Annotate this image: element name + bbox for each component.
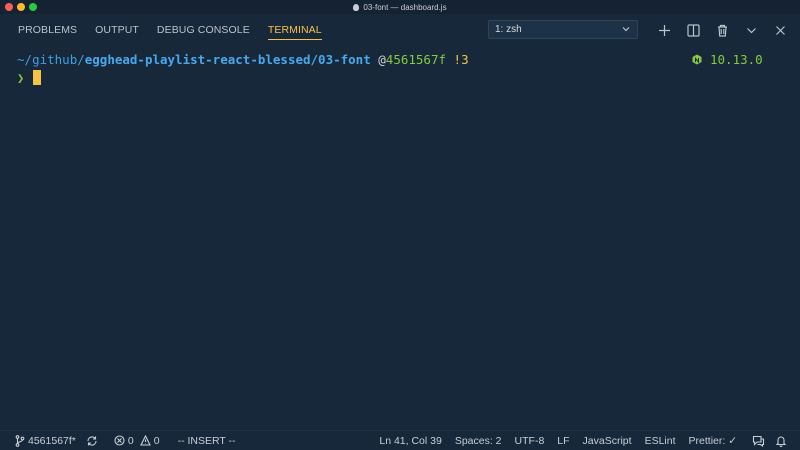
terminal-cursor bbox=[33, 70, 42, 85]
tab-terminal[interactable]: TERMINAL bbox=[267, 14, 322, 46]
feedback-button[interactable] bbox=[747, 431, 770, 450]
plus-icon[interactable] bbox=[650, 21, 679, 39]
bell-icon bbox=[775, 436, 787, 447]
window-title: 03-font — dashboard.js bbox=[353, 2, 447, 12]
close-window-button[interactable] bbox=[5, 3, 13, 11]
tab-debug-console[interactable]: DEBUG CONSOLE bbox=[157, 14, 250, 46]
trash-icon[interactable] bbox=[708, 21, 737, 39]
tab-output[interactable]: OUTPUT bbox=[95, 14, 139, 46]
eslint-status[interactable]: ESLint bbox=[640, 431, 684, 450]
warning-icon bbox=[139, 435, 151, 446]
indentation[interactable]: Spaces: 2 bbox=[450, 431, 510, 450]
feedback-icon bbox=[752, 435, 765, 447]
prompt-dir-dim: github/ bbox=[32, 52, 85, 67]
prompt-home: ~/ bbox=[17, 52, 33, 67]
end-of-line[interactable]: LF bbox=[552, 431, 577, 450]
close-icon[interactable] bbox=[766, 21, 795, 39]
prettier-status[interactable]: Prettier: ✓ bbox=[684, 431, 747, 450]
node-version-text: 10.13.0 bbox=[710, 52, 763, 67]
minimize-window-button[interactable] bbox=[17, 3, 25, 11]
panel-actions bbox=[650, 21, 795, 39]
panel-tab-bar: PROBLEMS OUTPUT DEBUG CONSOLE TERMINAL 1… bbox=[0, 14, 800, 46]
vim-mode: -- INSERT -- bbox=[177, 434, 236, 447]
git-branch-icon bbox=[15, 434, 25, 447]
node-version: 10.13.0 bbox=[692, 52, 763, 67]
notifications-button[interactable] bbox=[770, 431, 792, 450]
window-title-text: 03-font — dashboard.js bbox=[363, 2, 447, 12]
language-mode[interactable]: JavaScript bbox=[578, 431, 640, 450]
chevron-down-icon bbox=[621, 24, 631, 37]
prompt-dirty: !3 bbox=[453, 52, 469, 67]
warning-count: 0 bbox=[153, 434, 160, 447]
panel-tabs: PROBLEMS OUTPUT DEBUG CONSOLE TERMINAL bbox=[0, 14, 340, 46]
terminal-select-value: 1: zsh bbox=[495, 24, 522, 35]
file-icon bbox=[353, 3, 360, 11]
problems-status[interactable]: 0 0 bbox=[109, 435, 165, 447]
input-line[interactable]: ❯ bbox=[17, 70, 42, 85]
node-icon bbox=[692, 54, 702, 65]
prompt-path: egghead-playlist-react-blessed/03-font bbox=[84, 52, 371, 67]
terminal-area[interactable]: ~/github/egghead-playlist-react-blessed/… bbox=[0, 46, 800, 430]
maximize-window-button[interactable] bbox=[29, 3, 37, 11]
prompt-chevron-icon: ❯ bbox=[17, 70, 25, 85]
tab-problems[interactable]: PROBLEMS bbox=[18, 14, 77, 46]
sync-icon bbox=[87, 435, 97, 446]
encoding[interactable]: UTF-8 bbox=[510, 431, 553, 450]
branch-label: 4561567f* bbox=[28, 434, 76, 447]
error-icon bbox=[114, 435, 125, 446]
title-bar: 03-font — dashboard.js bbox=[0, 0, 800, 14]
status-bar: 4561567f* 0 0 -- INSERT -- Ln 41, Col 39… bbox=[0, 430, 800, 450]
split-icon[interactable] bbox=[679, 21, 708, 39]
sync-button[interactable] bbox=[81, 435, 103, 447]
prompt-commit: 4561567f bbox=[385, 52, 447, 67]
prompt-at: @ bbox=[378, 52, 386, 67]
branch-status[interactable]: 4561567f* bbox=[10, 435, 81, 447]
window-controls bbox=[5, 3, 37, 11]
chevron-down-icon[interactable] bbox=[737, 21, 766, 39]
prompt-line: ~/github/egghead-playlist-react-blessed/… bbox=[17, 52, 469, 67]
terminal-select[interactable]: 1: zsh bbox=[488, 20, 638, 39]
cursor-position[interactable]: Ln 41, Col 39 bbox=[374, 431, 449, 450]
error-count: 0 bbox=[127, 434, 134, 447]
